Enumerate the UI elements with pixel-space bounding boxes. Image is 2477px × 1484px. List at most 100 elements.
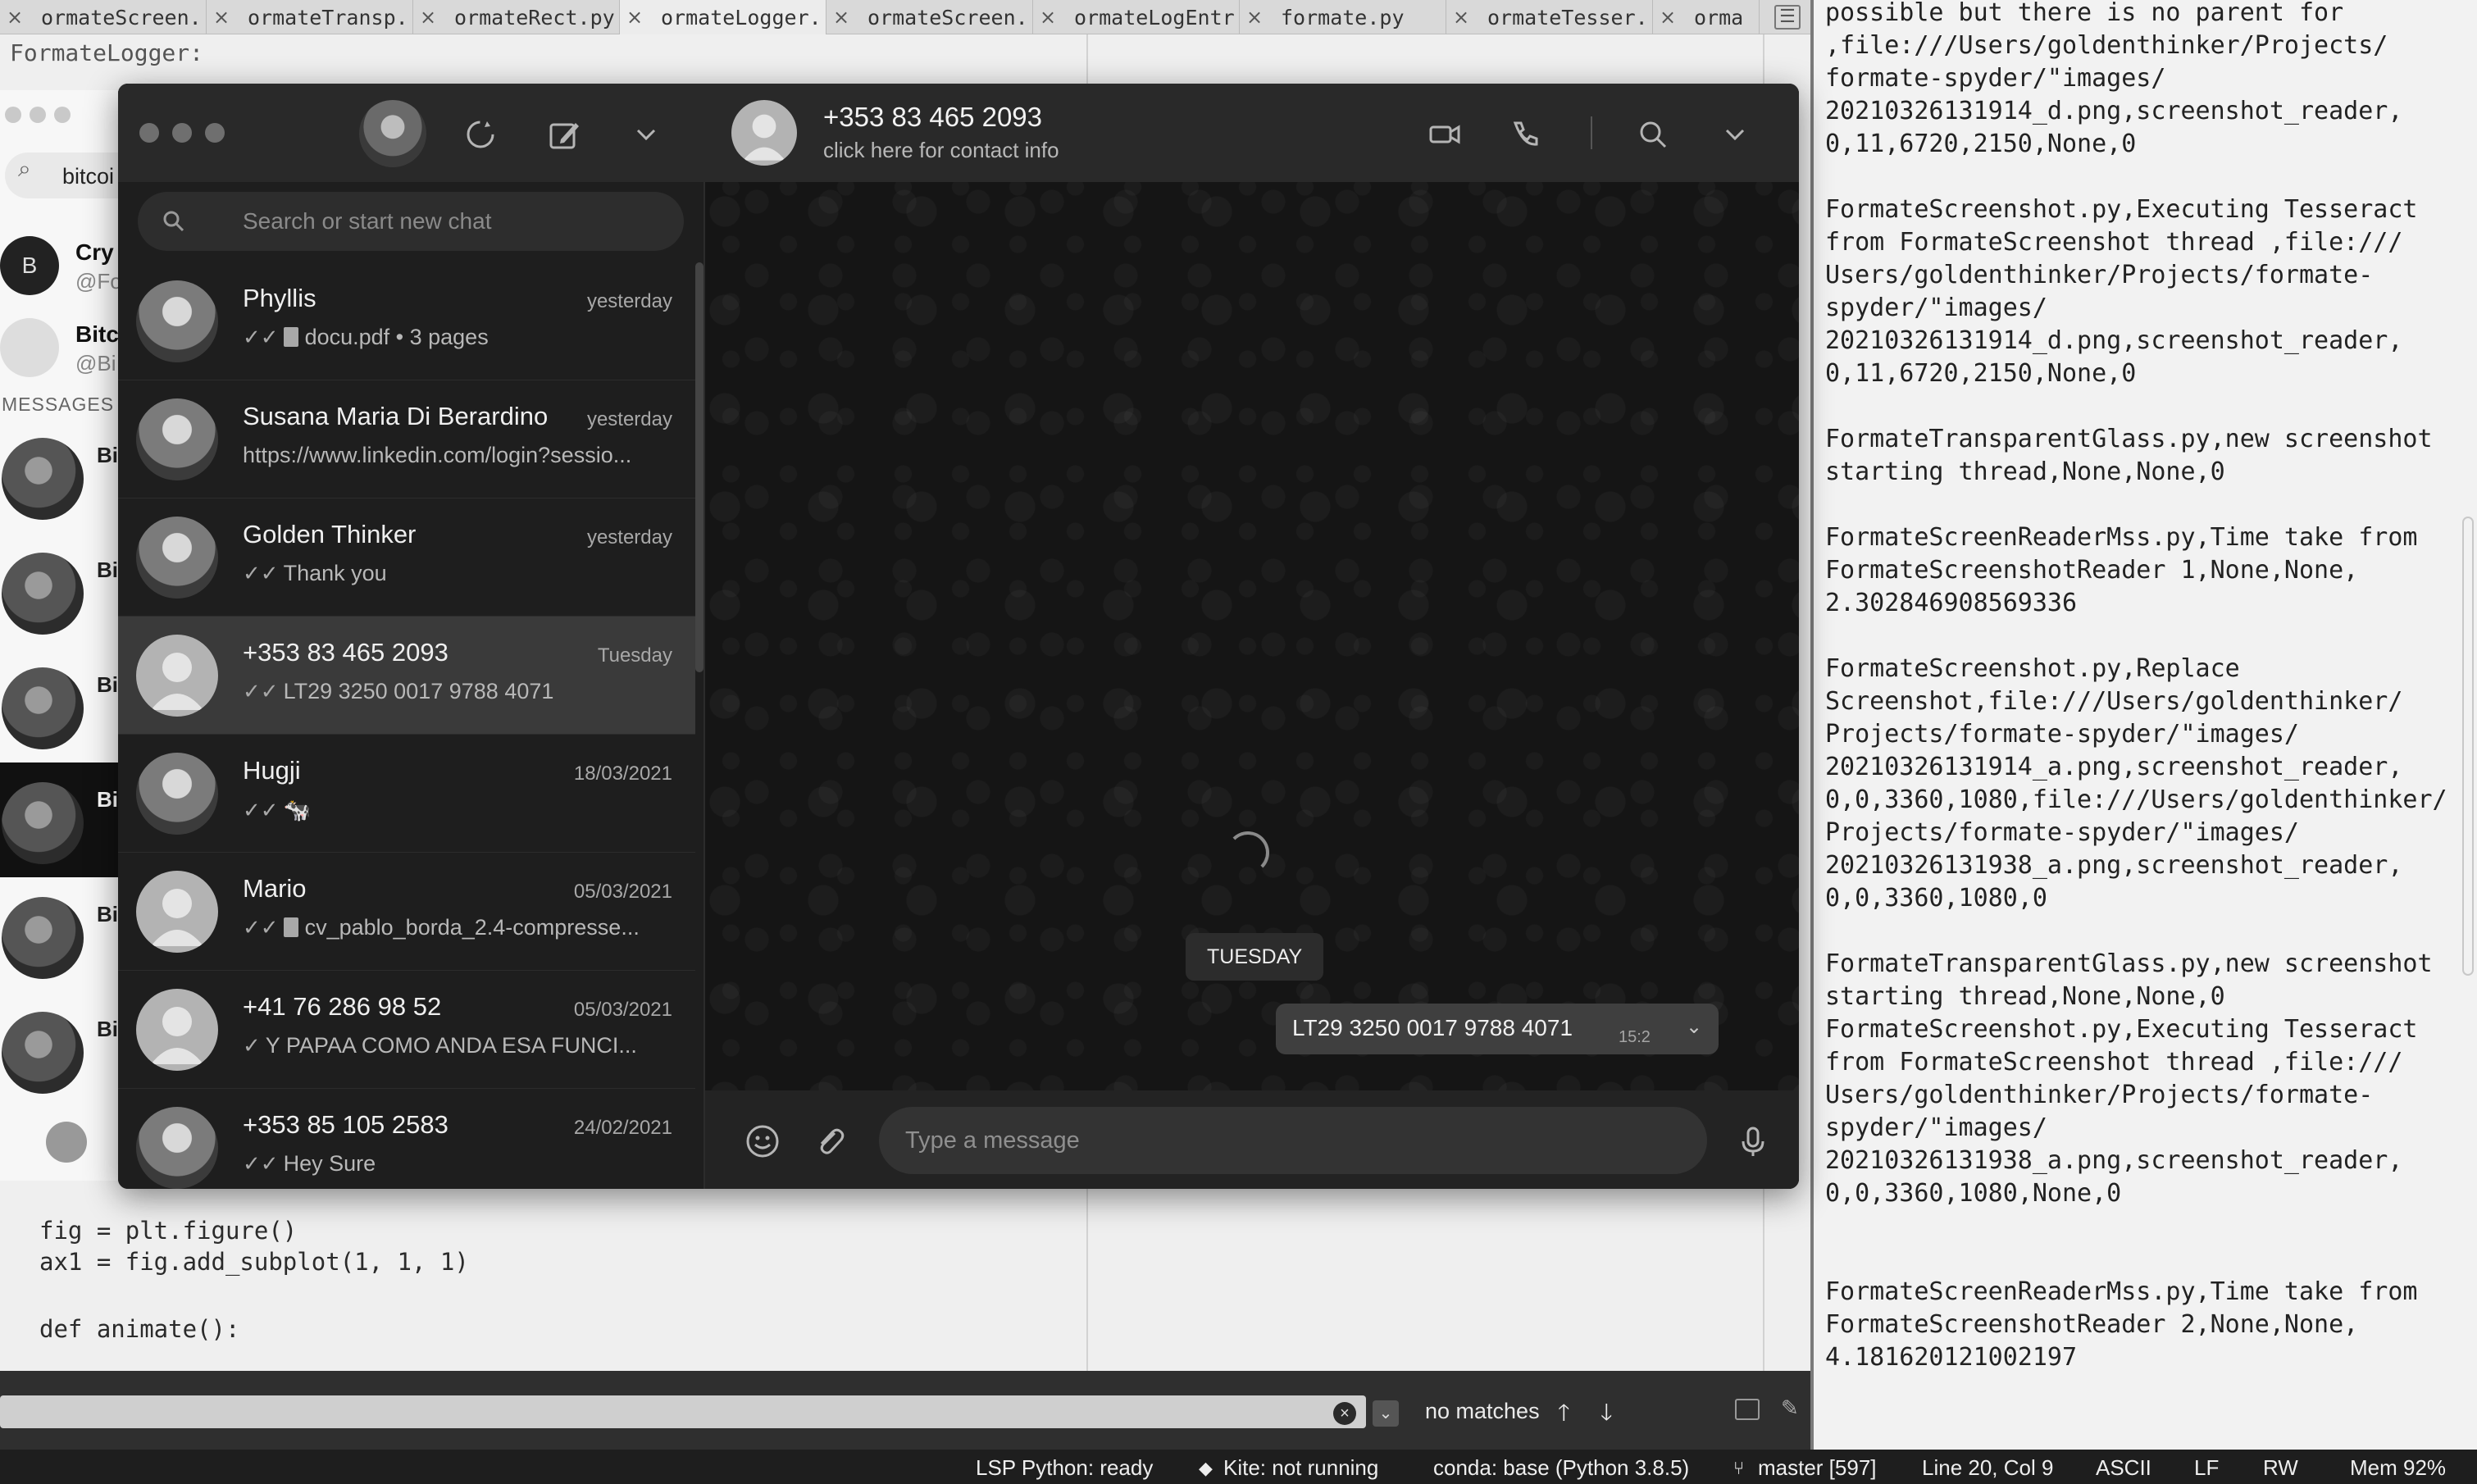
tab-close-icon[interactable]: ×	[207, 6, 236, 29]
chat-preview-text: docu.pdf • 3 pages	[304, 325, 489, 349]
tab-close-icon[interactable]: ×	[620, 6, 649, 29]
profile-icon[interactable]	[46, 1122, 87, 1163]
window-zoom-dot[interactable]	[54, 107, 71, 123]
find-previous-arrow-icon[interactable]: 🡑	[1558, 1395, 1570, 1435]
editor-tab[interactable]: × ormateRect.py	[413, 0, 620, 34]
chat-list-item[interactable]: +353 83 465 2093 Tuesday ✓✓ LT29 3250 0017 …	[118, 617, 695, 735]
document-icon	[283, 917, 298, 937]
account-result[interactable]: B Cry @Fo	[0, 228, 122, 302]
log-line: starting thread,None,None,0	[1825, 457, 2225, 486]
attach-paperclip-icon[interactable]	[810, 1122, 849, 1161]
status-git-branch: master [597]	[1758, 1455, 1877, 1480]
outgoing-message-bubble[interactable]: LT29 3250 0017 9788 4071 15:2 ⌄	[1276, 1004, 1719, 1054]
microphone-icon[interactable]	[1733, 1122, 1773, 1161]
chat-list-item[interactable]: Hugji 18/03/2021 ✓✓ 🐄	[118, 735, 695, 853]
message-item[interactable]: Bi	[0, 877, 122, 992]
chevron-down-icon[interactable]	[1717, 116, 1753, 152]
log-line: FormateScreenReaderMss.py,Time take from	[1825, 1277, 2418, 1306]
chat-search-input[interactable]	[243, 203, 653, 239]
find-clear-icon[interactable]: ×	[1333, 1402, 1356, 1425]
window-zoom-dot[interactable]	[205, 123, 225, 143]
message-item[interactable]: Bi	[0, 648, 122, 762]
message-item[interactable]: Bi	[0, 762, 122, 877]
tab-close-icon[interactable]: ×	[1033, 6, 1063, 29]
log-line: FormateScreenshotReader 2,None,None,	[1825, 1310, 2359, 1339]
editor-tab[interactable]: × ormateTransp.	[207, 0, 413, 34]
find-bar: × ⌄ no matches 🡑 🡓 ✎	[0, 1371, 1810, 1450]
chat-preview-text: Hey Sure	[283, 1151, 376, 1176]
editor-tab[interactable]: × ormateScreen.	[826, 0, 1033, 34]
loading-spinner-icon	[1227, 831, 1269, 874]
voice-call-icon[interactable]	[1507, 116, 1543, 152]
log-line: starting thread,None,None,0	[1825, 982, 2225, 1011]
log-line: 0,0,3360,1080,None,0	[1825, 1179, 2122, 1208]
contact-name[interactable]: +353 83 465 2093	[823, 102, 1042, 133]
message-item[interactable]: Bi	[0, 992, 122, 1107]
find-replace-icon[interactable]: ✎	[1781, 1395, 1799, 1421]
new-chat-icon[interactable]	[546, 116, 582, 152]
find-next-arrow-icon[interactable]: 🡓	[1600, 1395, 1613, 1435]
message-menu-chevron-icon[interactable]: ⌄	[1686, 1015, 1702, 1039]
find-input[interactable]	[0, 1395, 1366, 1428]
log-scrollbar[interactable]	[2462, 517, 2474, 976]
message-input[interactable]	[879, 1107, 1707, 1174]
chevron-down-icon[interactable]	[628, 116, 664, 152]
window-minimize-dot[interactable]	[30, 107, 46, 123]
account-name: Bitc	[75, 321, 119, 347]
log-line: spyder/"images/	[1825, 1113, 2047, 1142]
window-minimize-dot[interactable]	[172, 123, 192, 143]
chat-search-box[interactable]	[138, 192, 684, 251]
log-line: Screenshot,file:///Users/goldenthinker/	[1825, 687, 2403, 716]
chat-preview: ✓✓ LT29 3250 0017 9788 4071	[243, 679, 669, 704]
editor-tab[interactable]: × ormateLogger.	[620, 0, 826, 34]
search-icon[interactable]	[1635, 116, 1671, 152]
read-receipt-icon: ✓✓	[243, 325, 279, 349]
contact-avatar[interactable]	[731, 100, 797, 166]
message-item[interactable]: Bi	[0, 418, 122, 533]
tab-close-icon[interactable]: ×	[413, 6, 443, 29]
log-line: FormateScreenshot.py,Replace	[1825, 654, 2240, 683]
chat-list-item[interactable]: Golden Thinker yesterday ✓✓ Thank you	[118, 498, 695, 617]
editor-tab[interactable]: × ormateTesser.	[1446, 0, 1653, 34]
conversation-header[interactable]: +353 83 465 2093 click here for contact …	[705, 84, 1799, 182]
tab-label: ormateTesser.	[1487, 5, 1648, 30]
log-output-pane[interactable]: possible but there is no parent for ,file…	[1810, 0, 2477, 1450]
avatar	[136, 989, 218, 1071]
browser-search-input[interactable]: ⌕ bitcoi	[5, 152, 122, 198]
tab-list-menu-icon[interactable]: ☰	[1774, 5, 1801, 30]
chat-list-item[interactable]: +41 76 286 98 52 05/03/2021 ✓ Y PAPAA COMO …	[118, 971, 695, 1089]
account-result[interactable]: Bitc @Bi	[0, 310, 122, 384]
chat-list-item[interactable]: Mario 05/03/2021 ✓✓ cv_pablo_borda_2.4-comp…	[118, 853, 695, 971]
find-match-case-icon[interactable]	[1735, 1399, 1760, 1420]
tab-close-icon[interactable]: ×	[1653, 6, 1682, 29]
tab-close-icon[interactable]: ×	[1240, 6, 1269, 29]
chat-list-item[interactable]: Susana Maria Di Berardino yesterday https:…	[118, 380, 695, 498]
status-refresh-icon[interactable]	[462, 116, 499, 152]
tab-label: orma	[1694, 5, 1744, 30]
tab-close-icon[interactable]: ×	[826, 6, 856, 29]
chat-list-item[interactable]: Phyllis yesterday ✓✓ docu.pdf • 3 pages	[118, 262, 695, 380]
video-call-icon[interactable]	[1427, 116, 1463, 152]
editor-tab-bar: × ormateScreen. × ormateTransp. × ormateRect.…	[0, 0, 1810, 34]
window-close-dot[interactable]	[139, 123, 159, 143]
tab-label: formate.py	[1281, 5, 1405, 30]
chat-list-item[interactable]: +353 85 105 2583 24/02/2021 ✓✓ Hey Sure	[118, 1089, 695, 1189]
chat-time: yesterday	[586, 408, 672, 430]
tab-close-icon[interactable]: ×	[1446, 6, 1476, 29]
read-receipt-icon: ✓✓	[243, 679, 279, 703]
message-item[interactable]: Bi	[0, 533, 122, 648]
chat-list-scrollbar[interactable]	[695, 262, 703, 672]
my-profile-avatar[interactable]	[359, 100, 426, 167]
kite-icon: ◆	[1199, 1458, 1213, 1478]
editor-tab[interactable]: × ormateScreen.	[0, 0, 207, 34]
tab-close-icon[interactable]: ×	[0, 6, 30, 29]
message-sender: Bi	[97, 787, 118, 812]
editor-tab[interactable]: × ormateLogEntr	[1033, 0, 1240, 34]
editor-tab[interactable]: × formate.py	[1240, 0, 1446, 34]
find-options-chevron-icon[interactable]: ⌄	[1373, 1400, 1399, 1427]
code-line: fig = plt.figure()	[39, 1217, 298, 1245]
emoji-icon[interactable]	[743, 1122, 782, 1161]
window-close-dot[interactable]	[5, 107, 21, 123]
contact-info-hint[interactable]: click here for contact info	[823, 138, 1059, 163]
editor-tab[interactable]: × orma	[1653, 0, 1760, 34]
